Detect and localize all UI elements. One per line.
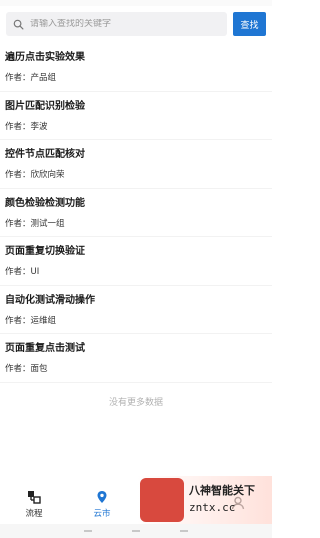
item-author: 作者：欣欣向荣 bbox=[5, 170, 65, 180]
item-author: 作者：UI bbox=[5, 267, 40, 277]
tab-flow[interactable]: 流程 bbox=[9, 490, 59, 519]
result-list: 遍历点击实验效果 作者：产品组 图片匹配识别检验 作者：李波 控件节点匹配核对 … bbox=[0, 43, 272, 383]
system-nav-bar bbox=[0, 524, 272, 538]
location-pin-icon bbox=[97, 490, 107, 503]
item-title: 图片匹配识别检验 bbox=[5, 100, 85, 112]
back-icon[interactable] bbox=[180, 530, 188, 532]
no-more-data-text: 没有更多数据 bbox=[108, 398, 163, 408]
list-item[interactable]: 页面重复点击测试 作者：面包 bbox=[0, 334, 272, 383]
home-icon[interactable] bbox=[132, 530, 140, 532]
item-author: 作者：运维组 bbox=[5, 315, 57, 326]
watermark-subtext: zntx.cc bbox=[189, 501, 236, 514]
menu-icon[interactable] bbox=[84, 530, 92, 532]
list-item[interactable]: 控件节点匹配核对 作者：欣欣向荣 bbox=[0, 140, 272, 189]
item-author: 作者：面包 bbox=[5, 364, 48, 374]
item-title: 自动化测试滑动操作 bbox=[5, 294, 95, 306]
item-title: 控件节点匹配核对 bbox=[5, 149, 85, 160]
list-item[interactable]: 遍历点击实验效果 作者：产品组 bbox=[0, 43, 272, 92]
search-button[interactable]: 查找 bbox=[233, 12, 266, 36]
list-item[interactable]: 页面重复切换验证 作者：UI bbox=[0, 237, 272, 286]
item-title: 页面重复点击测试 bbox=[5, 343, 85, 354]
watermark-badge-icon bbox=[140, 478, 184, 522]
flow-icon bbox=[28, 490, 41, 504]
item-author: 作者：测试一组 bbox=[5, 218, 65, 229]
item-author: 作者：李波 bbox=[5, 121, 48, 132]
item-title: 颜色检验检测功能 bbox=[5, 197, 85, 209]
item-title: 页面重复切换验证 bbox=[5, 246, 85, 257]
list-item[interactable]: 自动化测试滑动操作 作者：运维组 bbox=[0, 286, 272, 334]
list-item[interactable]: 颜色检验检测功能 作者：测试一组 bbox=[0, 189, 272, 237]
search-icon bbox=[13, 19, 24, 29]
list-item[interactable]: 图片匹配识别检验 作者：李波 bbox=[0, 92, 272, 140]
tab-label: 云市 bbox=[93, 508, 111, 519]
tab-cloud-market[interactable]: 云市 bbox=[77, 490, 127, 519]
status-strip bbox=[0, 0, 272, 6]
tab-label: 流程 bbox=[25, 508, 43, 519]
watermark-overlay: 八神智能关下 zntx.cc bbox=[137, 476, 272, 524]
search-bar: 查找 bbox=[6, 12, 266, 36]
item-author: 作者：产品组 bbox=[5, 73, 57, 83]
search-input[interactable] bbox=[30, 19, 200, 29]
search-box[interactable] bbox=[6, 12, 227, 36]
watermark-text: 八神智能关下 bbox=[189, 484, 255, 497]
item-title: 遍历点击实验效果 bbox=[5, 52, 85, 63]
